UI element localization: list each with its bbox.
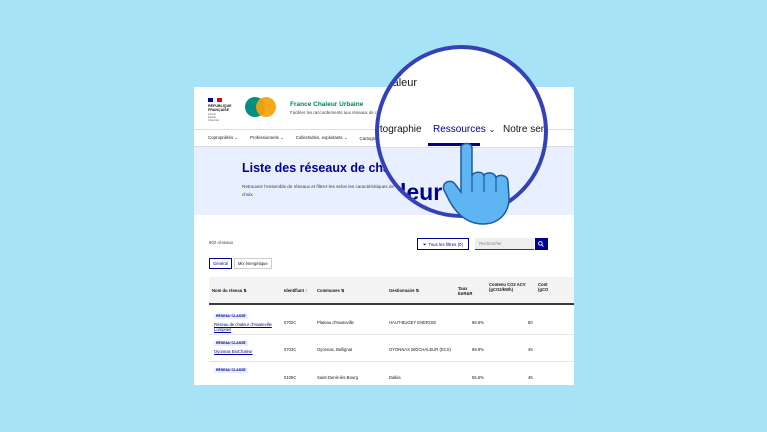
network-communes: Oyonnax, Bellignat (317, 347, 353, 352)
network-id: 0703C (284, 347, 297, 352)
column-header-id[interactable]: Identifiant ↑ (284, 288, 307, 293)
view-tabs: Général Mix énergétique (209, 258, 272, 269)
network-gestionnaire: Dalkia (389, 375, 401, 380)
search-input[interactable] (475, 238, 534, 250)
zoom-nav-cartographie[interactable]: artographie (379, 124, 422, 135)
zoom-tagline-fragment: chaleur (381, 77, 418, 89)
gov-logo-line-2: FRANÇAISE (208, 108, 229, 112)
status-badge: RÉSEAU CLASSÉ (214, 314, 248, 319)
nav-item-professionnels[interactable]: Professionnels ⌄ (250, 135, 284, 141)
network-enr: 89.9% (472, 347, 484, 352)
network-co2: 80 (528, 320, 533, 325)
network-co2: 45 (528, 347, 533, 352)
search-icon (538, 241, 544, 247)
table-row: RÉSEAU CLASSÉ Réseau de chaleur d'Hautev… (209, 308, 574, 335)
column-header-co2-acv[interactable]: Contenu CO2 ACV (gCO2/kWh) (489, 282, 534, 292)
network-enr: 86.6% (472, 320, 484, 325)
table-header: Nom du réseau ⇅ Identifiant ↑ Communes ⇅… (209, 277, 574, 305)
network-name-link[interactable]: Oyonnax BioChaleur (214, 349, 253, 354)
status-badge: RÉSEAU CLASSÉ (214, 341, 248, 346)
network-id: 0105C (284, 375, 297, 380)
status-badge: RÉSEAU CLASSÉ (214, 368, 248, 373)
table-row: RÉSEAU CLASSÉ 0105C Saint-Denis-lès-Bour… (209, 362, 574, 385)
network-co2: 45 (528, 375, 533, 380)
tab-general[interactable]: Général (209, 258, 232, 269)
search-button[interactable] (535, 238, 548, 250)
pointing-hand-icon (442, 142, 510, 225)
filters-button-label: Tous les filtres (0) (428, 241, 463, 247)
column-header-name[interactable]: Nom du réseau ⇅ (212, 288, 247, 293)
network-communes: Plateau d'Hauteville (317, 320, 354, 325)
nav-item-coproprietes[interactable]: Copropriétés ⌄ (208, 135, 238, 141)
brand-name[interactable]: France Chaleur Urbaine (290, 101, 363, 108)
zoom-nav-ressources[interactable]: Ressources ⌄ (433, 124, 495, 135)
gov-motto-3: Fraternité (208, 119, 220, 122)
flag-icon (208, 98, 223, 102)
network-enr: 55.5% (472, 375, 484, 380)
brand-tagline: Faciliter les raccordements aux réseaux … (290, 110, 390, 115)
network-communes: Saint-Denis-lès-Bourg (317, 375, 358, 380)
table-row: RÉSEAU CLASSÉ Oyonnax BioChaleur 0703C O… (209, 335, 574, 362)
column-header-enr[interactable]: Taux EnR&R (458, 286, 472, 296)
republique-francaise-logo[interactable]: RÉPUBLIQUE FRANÇAISE Liberté Égalité Fra… (208, 98, 234, 122)
network-name-link[interactable]: Réseau de chaleur d'Hauteville Lompnes (214, 322, 276, 332)
network-gestionnaire: HAUT-BUGEY ENERGIE (389, 320, 437, 325)
nav-item-collectivites[interactable]: Collectivités, exploitants ⌄ (296, 135, 348, 141)
network-gestionnaire: OYONNAX BIOCHALEUR (ECS) (389, 347, 451, 352)
zoom-title-fragment: leur (400, 179, 443, 205)
filters-button[interactable]: ⏷ Tous les filtres (0) (417, 238, 469, 250)
zoom-nav-notre-service[interactable]: Notre servic (503, 124, 544, 135)
column-header-co2-cut[interactable]: Cont (gCO (538, 282, 552, 292)
tab-mix-energetique[interactable]: Mix énergétique (233, 258, 272, 269)
network-count: 802 réseaux (209, 240, 234, 245)
column-header-gestionnaire[interactable]: Gestionnaire ⇅ (389, 288, 419, 293)
fcu-logo-icon[interactable] (245, 97, 277, 117)
column-header-communes[interactable]: Communes ⇅ (317, 288, 345, 293)
network-id: 0702C (284, 320, 297, 325)
filter-icon: ⏷ (423, 241, 427, 247)
chevron-down-icon: ⌄ (488, 125, 496, 134)
